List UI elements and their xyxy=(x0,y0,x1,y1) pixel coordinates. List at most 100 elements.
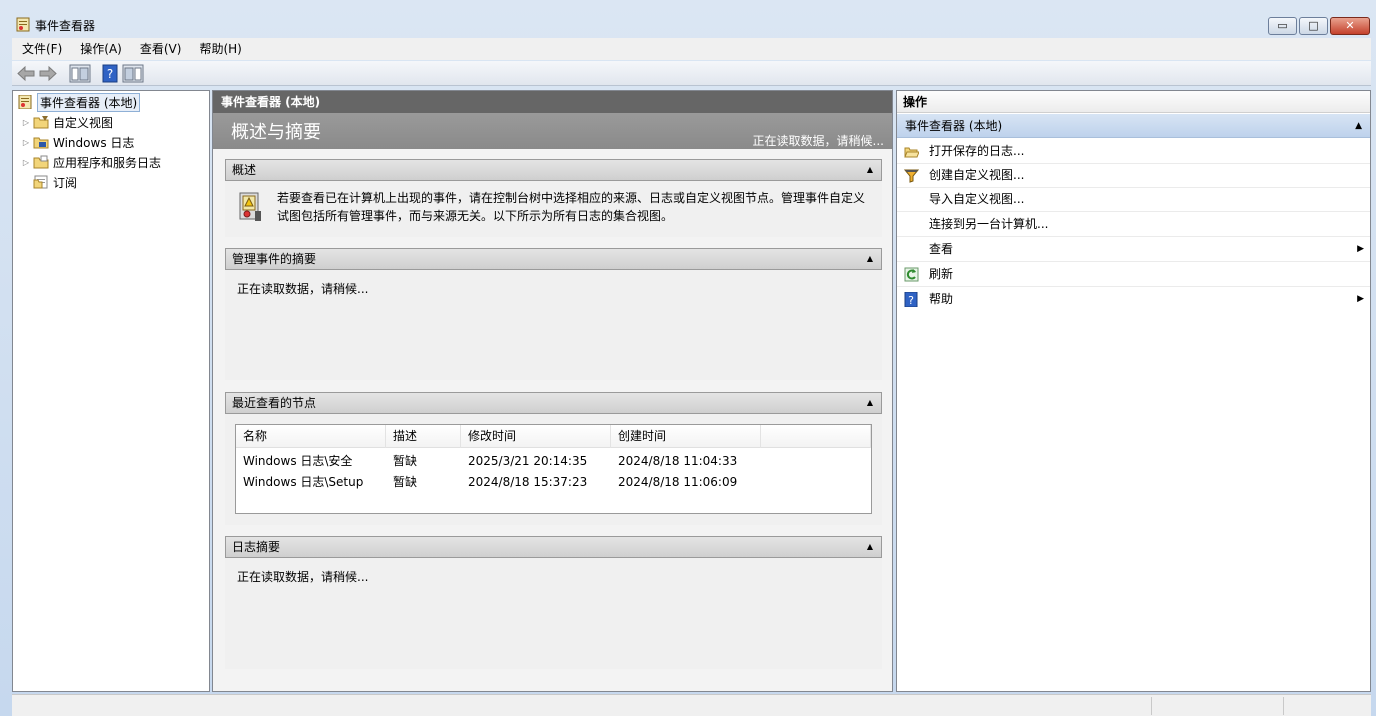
action-view[interactable]: 查看 ▶ xyxy=(897,237,1370,262)
event-viewer-icon xyxy=(18,95,32,109)
subscriptions-icon xyxy=(33,175,48,189)
status-divider xyxy=(1151,697,1152,715)
admin-summary-section-header[interactable]: 管理事件的摘要 ▲ xyxy=(225,248,882,270)
cell-name: Windows 日志\Setup xyxy=(243,475,364,489)
cell-modified: 2025/3/21 20:14:35 xyxy=(468,454,588,468)
forward-arrow-icon[interactable] xyxy=(38,64,58,83)
maximize-icon: □ xyxy=(1308,19,1319,32)
column-header-modified[interactable]: 修改时间 xyxy=(461,425,611,448)
windows-logs-folder-icon xyxy=(33,137,49,149)
maximize-button[interactable]: □ xyxy=(1299,17,1328,35)
help-toolbar-icon[interactable]: ? xyxy=(102,64,118,83)
loading-text: 正在读取数据，请稍候... xyxy=(237,282,369,296)
show-console-tree-icon[interactable] xyxy=(69,64,91,83)
action-label: 刷新 xyxy=(929,267,954,281)
collapse-icon[interactable]: ▲ xyxy=(867,249,873,269)
close-icon: ✕ xyxy=(1345,19,1355,32)
refresh-icon xyxy=(904,267,919,282)
action-create-custom-view[interactable]: 创建自定义视图... xyxy=(897,163,1370,188)
table-row[interactable]: Windows 日志\Setup 暂缺 2024/8/18 15:37:23 2… xyxy=(236,472,871,492)
tree-item-custom-views[interactable]: ▷ 自定义视图 xyxy=(21,113,113,131)
log-summary-section-body: 正在读取数据，请稍候... xyxy=(225,558,882,669)
menu-action[interactable]: 操作(A) xyxy=(70,38,130,60)
banner-title: 概述与摘要 xyxy=(231,122,321,143)
recent-nodes-section-body: 名称 描述 修改时间 创建时间 Windows 日志\安全 暂缺 2025/3/… xyxy=(225,414,882,525)
minimize-button[interactable]: ▭ xyxy=(1268,17,1297,35)
status-divider xyxy=(1283,697,1284,715)
toolbar: ? xyxy=(12,61,1371,86)
folder-open-icon xyxy=(904,147,919,158)
back-arrow-icon[interactable] xyxy=(16,64,36,83)
tree-item-subscriptions[interactable]: 订阅 xyxy=(21,173,77,191)
status-bar xyxy=(12,694,1371,716)
section-title: 管理事件的摘要 xyxy=(232,252,317,266)
menu-help[interactable]: 帮助(H) xyxy=(189,38,249,60)
column-header-created[interactable]: 创建时间 xyxy=(611,425,761,448)
overview-description: 若要查看已在计算机上出现的事件，请在控制台树中选择相应的来源、日志或自定义视图节… xyxy=(277,191,866,223)
menu-view[interactable]: 查看(V) xyxy=(130,38,190,60)
svg-text:?: ? xyxy=(107,67,113,81)
table-row[interactable]: Windows 日志\安全 暂缺 2025/3/21 20:14:35 2024… xyxy=(236,451,871,471)
tree-item-app-service-logs[interactable]: ▷ 应用程序和服务日志 xyxy=(21,153,161,171)
expand-arrow-icon[interactable]: ▷ xyxy=(21,138,31,147)
event-viewer-app-icon xyxy=(16,17,30,32)
event-viewer-window: 事件查看器 ▭ □ ✕ 文件(F) 操作(A) 查看(V) 帮助(H) ? 事件… xyxy=(0,0,1376,716)
console-tree: 事件查看器 (本地) ▷ 自定义视图 ▷ Windows 日志 ▷ 应用程序和服… xyxy=(12,90,210,692)
tree-item-event-viewer-local[interactable]: 事件查看器 (本地) xyxy=(17,92,141,112)
filter-icon xyxy=(904,169,919,183)
column-header-name[interactable]: 名称 xyxy=(236,425,386,448)
log-summary-section-header[interactable]: 日志摘要 ▲ xyxy=(225,536,882,558)
actions-group-title: 事件查看器 (本地) xyxy=(905,119,1003,133)
banner-status: 正在读取数据，请稍候... xyxy=(752,134,884,148)
action-label: 创建自定义视图... xyxy=(929,168,1025,182)
tree-item-label: 事件查看器 (本地) xyxy=(37,92,141,112)
collapse-icon[interactable]: ▲ xyxy=(867,160,873,180)
help-icon: ? xyxy=(904,292,918,307)
action-refresh[interactable]: 刷新 xyxy=(897,262,1370,287)
cell-name: Windows 日志\安全 xyxy=(243,454,353,468)
actions-pane: 操作 事件查看器 (本地) ▲ 打开保存的日志... 创建自定义视图... 导入… xyxy=(896,90,1371,692)
tree-item-windows-logs[interactable]: ▷ Windows 日志 xyxy=(21,133,134,151)
menu-file[interactable]: 文件(F) xyxy=(12,38,70,60)
collapse-icon[interactable]: ▲ xyxy=(1355,114,1362,138)
tree-item-label: 自定义视图 xyxy=(53,115,114,130)
tree-item-label: 订阅 xyxy=(53,175,78,190)
collapse-icon[interactable]: ▲ xyxy=(867,393,873,413)
section-title: 概述 xyxy=(232,163,257,177)
actions-group-header[interactable]: 事件查看器 (本地) ▲ xyxy=(897,114,1370,138)
submenu-arrow-icon: ▶ xyxy=(1357,244,1364,254)
column-header-description[interactable]: 描述 xyxy=(386,425,461,448)
window-title: 事件查看器 xyxy=(35,19,96,33)
column-header-empty xyxy=(761,425,871,448)
center-body: 概述 ▲ 若要查看已在计算机上出现的事件，请在控制台树中选择相应的来源、日志或自… xyxy=(213,149,892,691)
show-action-pane-icon[interactable] xyxy=(122,64,144,83)
action-open-saved-log[interactable]: 打开保存的日志... xyxy=(897,139,1370,164)
cell-created: 2024/8/18 11:04:33 xyxy=(618,454,738,468)
action-import-custom-view[interactable]: 导入自定义视图... xyxy=(897,187,1370,212)
title-bar: 事件查看器 ▭ □ ✕ xyxy=(0,10,1376,38)
tree-item-label: 应用程序和服务日志 xyxy=(53,155,162,170)
action-connect-computer[interactable]: 连接到另一台计算机... xyxy=(897,212,1370,237)
close-button[interactable]: ✕ xyxy=(1330,17,1370,35)
cell-created: 2024/8/18 11:06:09 xyxy=(618,475,738,489)
expand-arrow-icon[interactable]: ▷ xyxy=(21,118,31,127)
expand-arrow-icon[interactable]: ▷ xyxy=(21,158,31,167)
collapse-icon[interactable]: ▲ xyxy=(867,537,873,557)
section-title: 日志摘要 xyxy=(232,540,281,554)
action-label: 导入自定义视图... xyxy=(929,192,1025,206)
overview-section-header[interactable]: 概述 ▲ xyxy=(225,159,882,181)
custom-view-folder-icon xyxy=(33,116,49,129)
admin-summary-section-body: 正在读取数据，请稍候... xyxy=(225,270,882,380)
overview-banner: 概述与摘要 正在读取数据，请稍候... xyxy=(213,113,892,149)
menu-bar: 文件(F) 操作(A) 查看(V) 帮助(H) xyxy=(12,38,1371,60)
cell-modified: 2024/8/18 15:37:23 xyxy=(468,475,588,489)
recent-nodes-section-header[interactable]: 最近查看的节点 ▲ xyxy=(225,392,882,414)
submenu-arrow-icon: ▶ xyxy=(1357,294,1364,304)
actions-pane-header: 操作 xyxy=(897,91,1370,113)
section-title: 最近查看的节点 xyxy=(232,396,317,410)
overview-section-body: 若要查看已在计算机上出现的事件，请在控制台树中选择相应的来源、日志或自定义视图节… xyxy=(225,181,882,237)
action-help[interactable]: ? 帮助 ▶ xyxy=(897,287,1370,312)
loading-text: 正在读取数据，请稍候... xyxy=(237,570,369,584)
action-label: 查看 xyxy=(929,242,954,256)
minimize-icon: ▭ xyxy=(1277,19,1288,32)
